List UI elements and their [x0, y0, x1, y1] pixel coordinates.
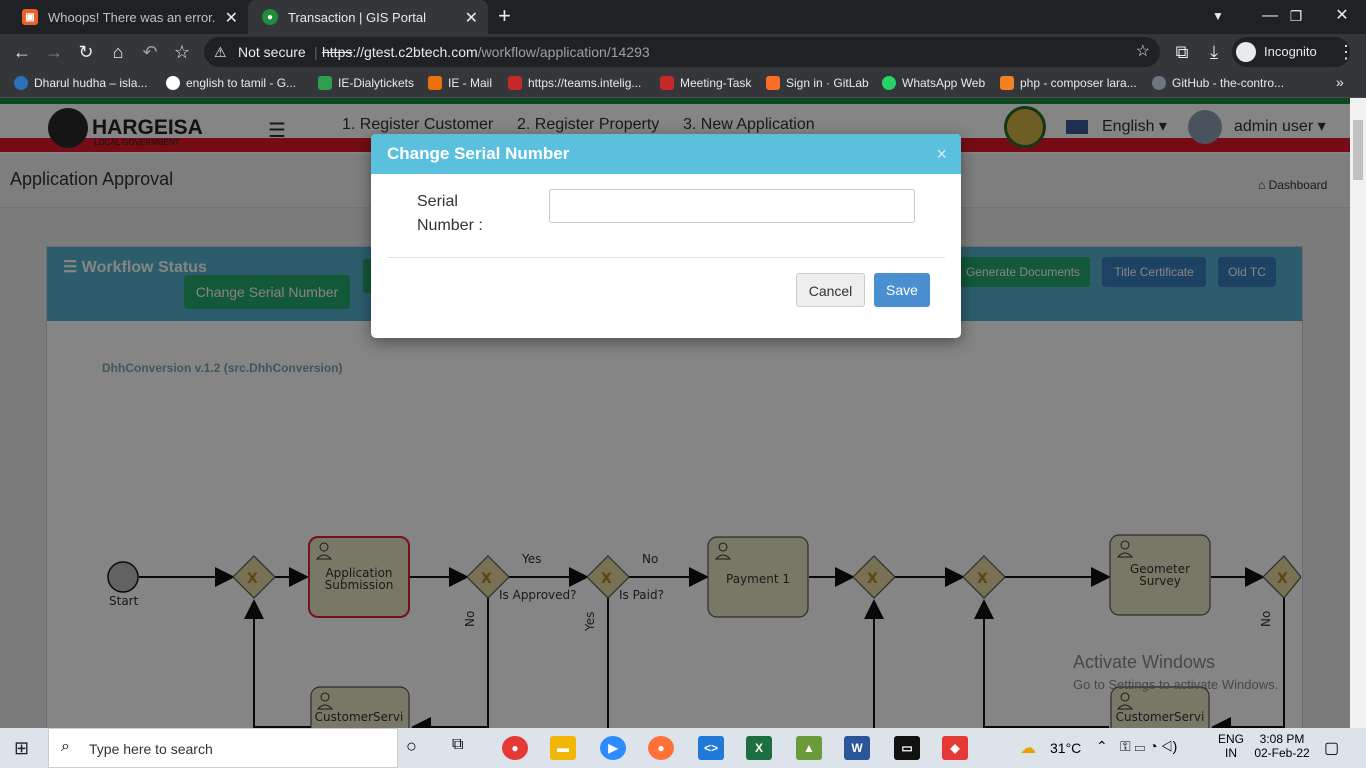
bookmark-item[interactable]: english to tamil - G... [166, 76, 296, 90]
tab-title: Whoops! There was an error. [48, 9, 216, 25]
windows-taskbar: ⊞ ⌕ Type here to search ○ ⧉ ● ▬ ▶ ● <> X… [0, 728, 1366, 768]
weather-temp[interactable]: 31°C [1050, 740, 1081, 756]
word-icon[interactable]: W [844, 736, 870, 760]
bookmark-item[interactable]: GitHub - the-contro... [1152, 76, 1284, 90]
save-button[interactable]: Save [874, 273, 930, 307]
back-icon[interactable]: ← [10, 40, 34, 64]
tab-strip: ▣ Whoops! There was an error. ✕ ● Transa… [0, 0, 1366, 34]
bookmark-star-icon[interactable]: ☆ [1136, 37, 1150, 67]
browser-toolbar: ← → ↻ ⌂ ↶ ☆ ⚠ Not secure | https://gtest… [0, 34, 1366, 70]
serial-number-label: Serial Number : [417, 193, 483, 234]
tab-title: Transaction | GIS Portal [288, 9, 427, 25]
not-secure-label: Not secure [238, 44, 306, 60]
file-explorer-icon[interactable]: ▬ [550, 736, 576, 760]
gis-favicon-icon: ● [262, 9, 278, 25]
restore-button[interactable]: ❐ [1276, 4, 1316, 28]
url-text: https://gtest.c2btech.com/workflow/appli… [322, 44, 650, 60]
zoom-icon[interactable]: ▶ [600, 736, 626, 760]
incognito-badge[interactable]: Incognito [1232, 37, 1350, 67]
taskbar-search[interactable]: ⌕ Type here to search [48, 728, 398, 768]
change-serial-modal: Change Serial Number × Serial Number : Ca… [371, 134, 961, 338]
tab-search-icon[interactable]: ▼ [1198, 4, 1238, 28]
bookmark-item[interactable]: https://teams.intelig... [508, 76, 641, 90]
vscode-icon[interactable]: <> [698, 736, 724, 760]
download-icon[interactable]: ⤓ [1202, 40, 1226, 64]
tray-chevron-icon[interactable]: ⌃ [1096, 738, 1108, 755]
firefox-icon[interactable]: ● [648, 736, 674, 760]
more-bookmarks-icon[interactable]: » [1336, 74, 1344, 90]
bookmark-item[interactable]: Sign in · GitLab [766, 76, 869, 90]
tray-icons[interactable]: ⚿ ▭ ◔ ◁) [1120, 738, 1177, 755]
anydesk-icon[interactable]: ◆ [942, 736, 968, 760]
bookmark-item[interactable]: Dharul hudha – isla... [14, 76, 147, 90]
weather-icon: ☁ [1020, 740, 1036, 757]
browser-tab-error[interactable]: ▣ Whoops! There was an error. ✕ [8, 0, 248, 34]
undo-icon[interactable]: ↶ [138, 40, 162, 64]
serial-number-input[interactable] [549, 189, 915, 223]
page-scrollbar[interactable] [1350, 98, 1366, 728]
clock[interactable]: 3:08 PM 02-Feb-22 [1254, 732, 1310, 760]
excel-icon[interactable]: X [746, 736, 772, 760]
extension-icon[interactable]: ⧉ [1170, 40, 1194, 64]
bookmark-item[interactable]: php - composer lara... [1000, 76, 1137, 90]
address-bar[interactable]: ⚠ Not secure | https://gtest.c2btech.com… [204, 37, 1160, 67]
reload-icon[interactable]: ↻ [74, 40, 98, 64]
bookmark-item[interactable]: IE-Dialytickets [318, 76, 414, 90]
task-view-icon[interactable]: ⧉ [452, 736, 463, 754]
warning-icon: ⚠ [214, 44, 227, 60]
bookmark-item[interactable]: Meeting-Task [660, 76, 751, 90]
language-indicator[interactable]: ENG IN [1218, 732, 1244, 760]
chart-app-icon[interactable]: ▲ [796, 736, 822, 760]
incognito-icon [1236, 42, 1256, 62]
close-tab-icon[interactable]: ✕ [465, 8, 478, 28]
modal-header: Change Serial Number × [371, 134, 961, 174]
cancel-button[interactable]: Cancel [796, 273, 865, 307]
windows-start-icon[interactable]: ⊞ [14, 738, 29, 759]
browser-tab-gis[interactable]: ● Transaction | GIS Portal ✕ [248, 0, 488, 34]
bookmarks-bar: Dharul hudha – isla... english to tamil … [0, 70, 1366, 98]
laravel-icon: ▣ [22, 9, 38, 25]
new-tab-button[interactable]: + [498, 4, 511, 28]
notification-icon[interactable]: ▢ [1324, 738, 1339, 758]
menu-icon[interactable]: ⋮ [1334, 40, 1358, 64]
forward-icon[interactable]: → [42, 40, 66, 64]
chrome-icon[interactable]: ● [502, 736, 528, 760]
bookmark-item[interactable]: WhatsApp Web [882, 76, 985, 90]
home-icon[interactable]: ⌂ [106, 40, 130, 64]
close-tab-icon[interactable]: ✕ [225, 8, 238, 28]
modal-title: Change Serial Number [387, 144, 570, 163]
terminal-icon[interactable]: ▭ [894, 736, 920, 760]
cortana-icon[interactable]: ○ [406, 736, 417, 757]
search-icon: ⌕ [61, 738, 70, 755]
close-window-button[interactable]: ✕ [1322, 4, 1362, 28]
bookmark-item[interactable]: IE - Mail [428, 76, 492, 90]
bookmark-star-icon[interactable]: ☆ [170, 40, 194, 64]
modal-close-icon[interactable]: × [936, 144, 947, 165]
